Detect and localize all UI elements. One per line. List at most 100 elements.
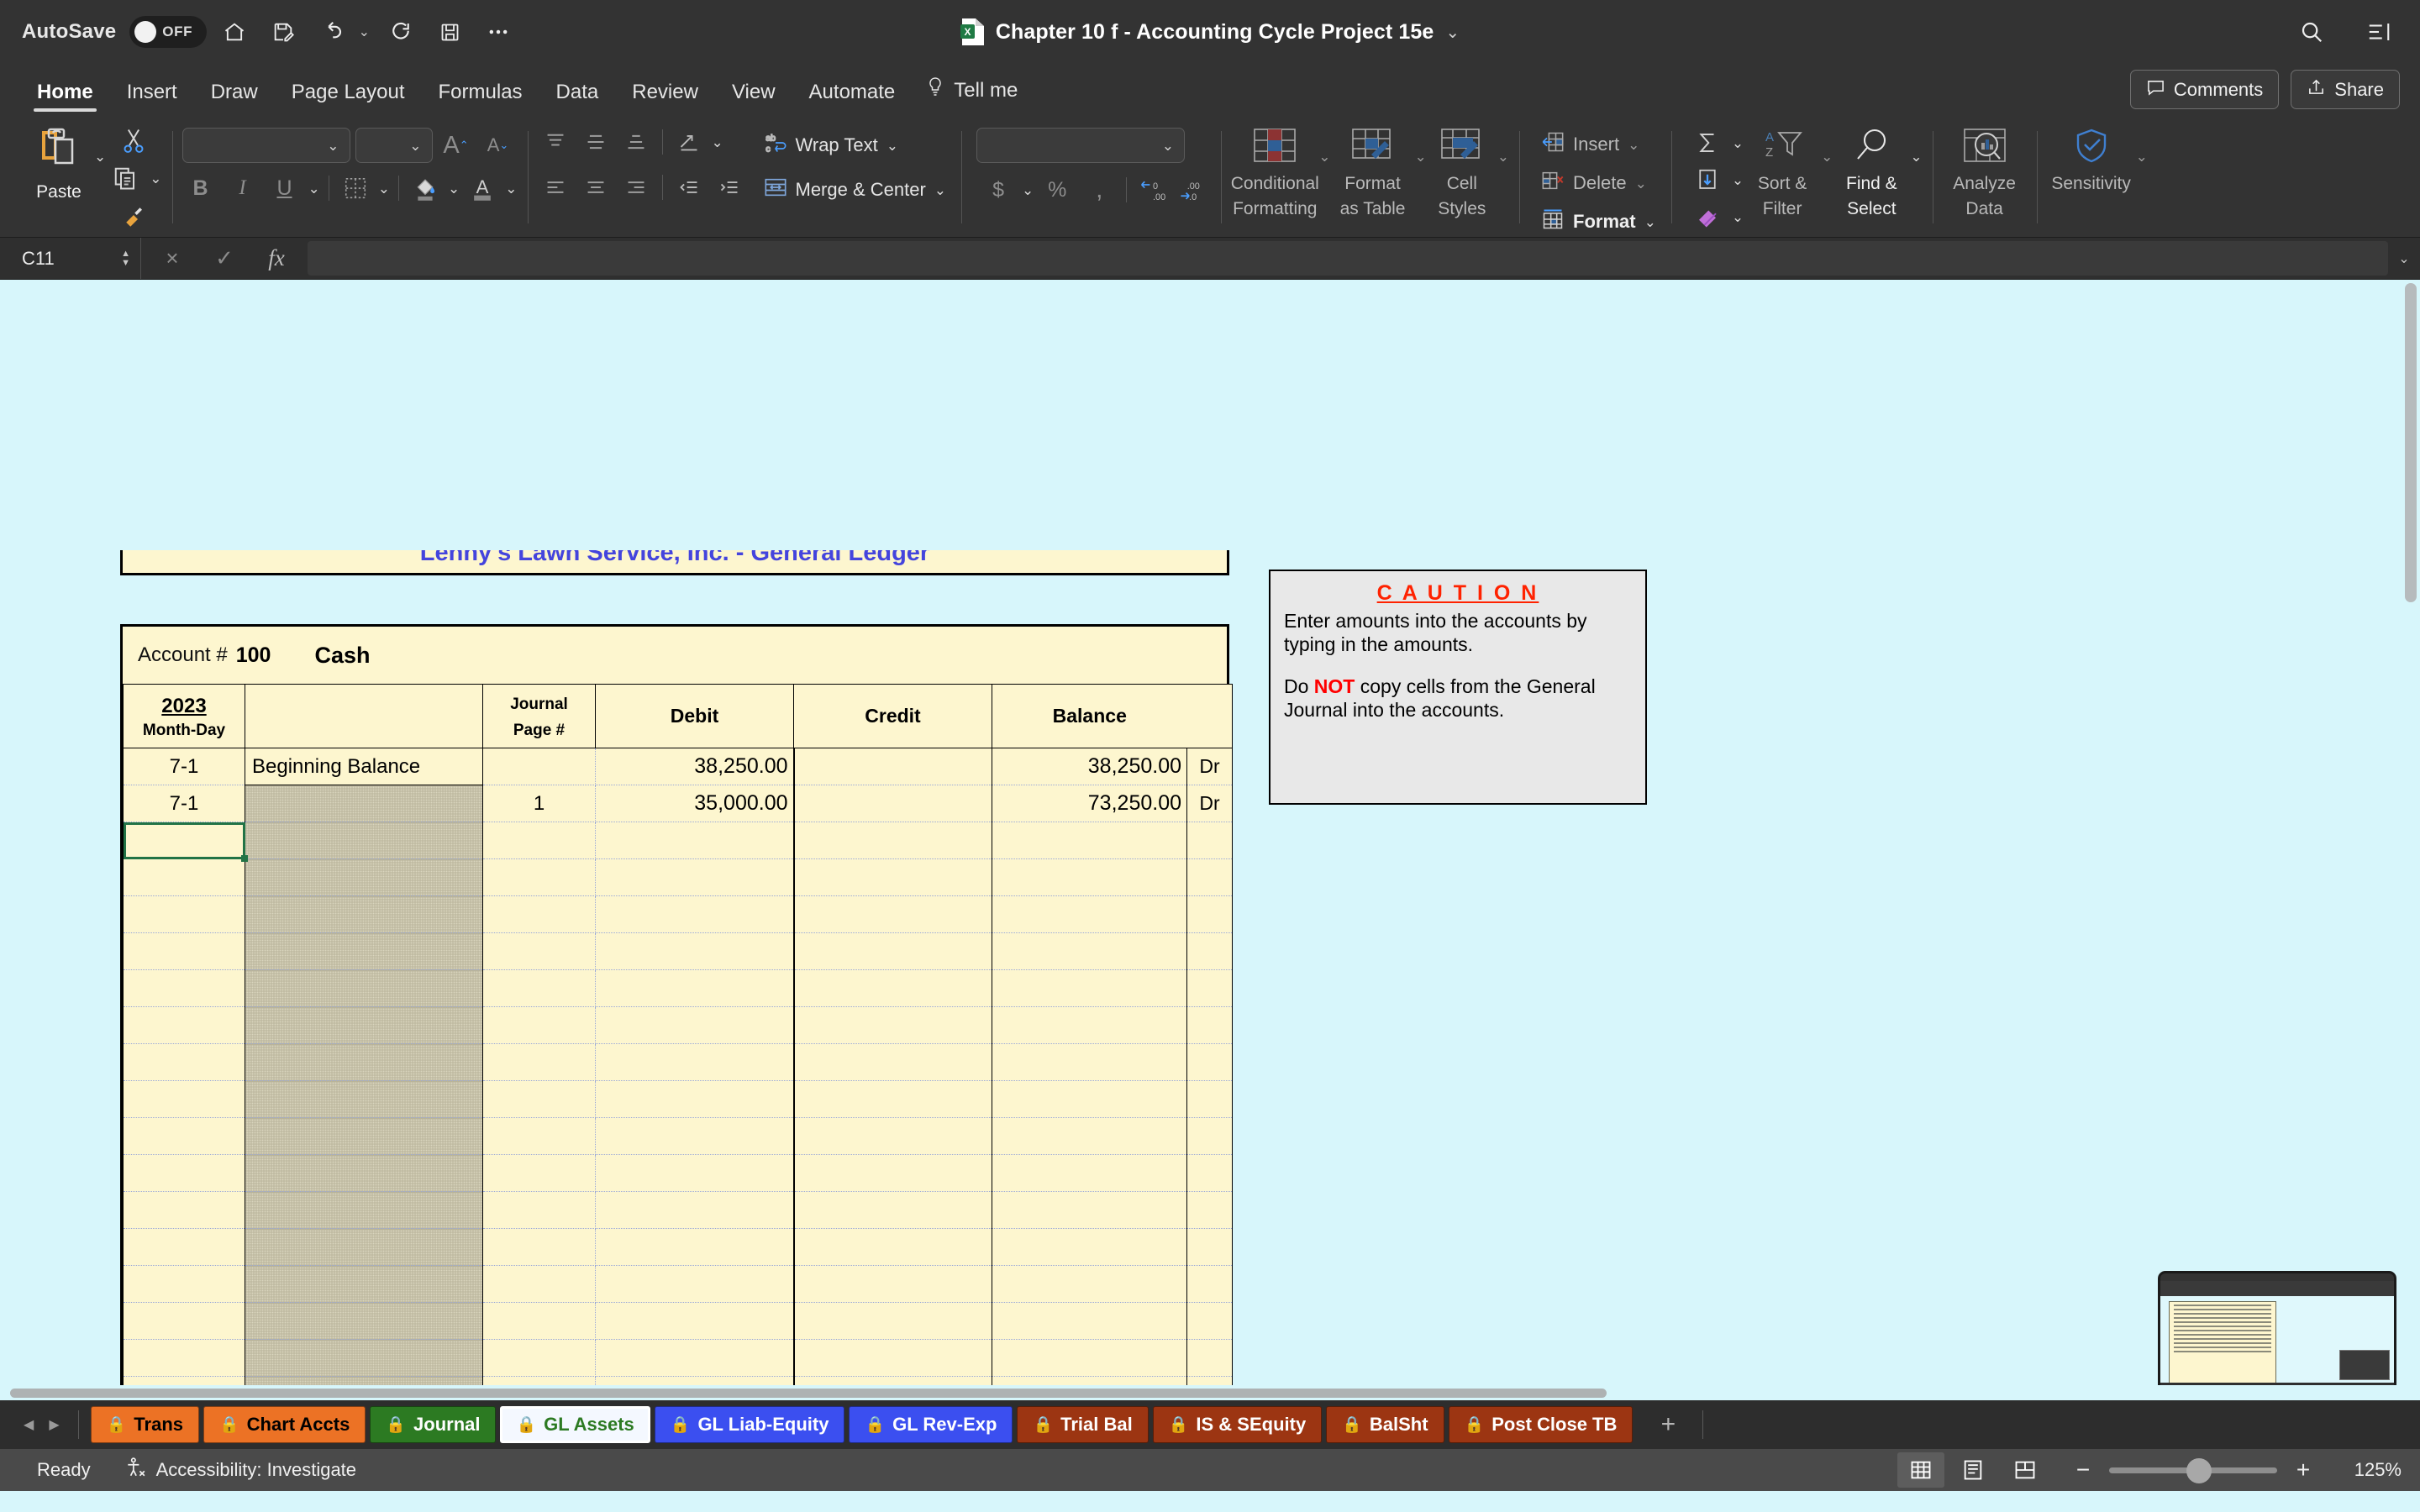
cell-description[interactable] xyxy=(245,1191,483,1229)
table-row[interactable] xyxy=(123,1191,1233,1229)
cell-debit[interactable] xyxy=(595,1006,795,1044)
cell-drcr[interactable] xyxy=(1186,1228,1233,1266)
paste-chevron-down-icon[interactable]: ⌄ xyxy=(94,150,106,164)
cell-drcr[interactable] xyxy=(1186,822,1233,859)
page-break-preview-icon[interactable] xyxy=(2002,1452,2049,1488)
sheet-nav-next-icon[interactable]: ▶ xyxy=(49,1416,59,1433)
cell-drcr[interactable]: Dr xyxy=(1186,785,1233,822)
comma-format-button[interactable]: , xyxy=(1081,173,1118,207)
sheet-nav-arrows[interactable]: ◀ ▶ xyxy=(8,1416,78,1433)
cell-journal-page[interactable]: 1 xyxy=(482,785,596,822)
formula-bar-expand-chevron-down-icon[interactable]: ⌄ xyxy=(2388,238,2420,279)
insert-cells-chevron-down-icon[interactable]: ⌄ xyxy=(1628,138,1639,152)
accessibility-button[interactable]: Accessibility: Investigate xyxy=(124,1457,356,1483)
cell-debit[interactable] xyxy=(595,969,795,1007)
cell-description[interactable]: Beginning Balance xyxy=(245,748,483,785)
cell-date[interactable] xyxy=(123,895,245,933)
cell-drcr[interactable] xyxy=(1186,1302,1233,1340)
cell-drcr[interactable]: Dr xyxy=(1186,748,1233,785)
cell-credit[interactable] xyxy=(793,932,992,970)
cell-balance[interactable] xyxy=(992,1117,1187,1155)
cell-journal-page[interactable] xyxy=(482,932,596,970)
table-row[interactable] xyxy=(123,1154,1233,1192)
confirm-entry-icon[interactable]: ✓ xyxy=(198,238,250,280)
cell-debit[interactable]: 38,250.00 xyxy=(595,748,795,785)
cell-credit[interactable] xyxy=(793,1080,992,1118)
table-row[interactable] xyxy=(123,1117,1233,1155)
comments-button[interactable]: Comments xyxy=(2129,70,2280,109)
format-as-table-chevron-down-icon[interactable]: ⌄ xyxy=(1415,150,1427,164)
fill-color-icon[interactable] xyxy=(408,172,443,204)
table-row[interactable] xyxy=(123,1302,1233,1340)
format-painter-icon[interactable] xyxy=(114,198,153,232)
cell-description[interactable] xyxy=(245,1117,483,1155)
sheet-tab-gl-liab-equity[interactable]: 🔒 GL Liab-Equity xyxy=(654,1406,845,1443)
cell-description[interactable] xyxy=(245,1080,483,1118)
save-icon[interactable] xyxy=(429,11,471,53)
add-sheet-button[interactable]: + xyxy=(1645,1406,1691,1443)
cell-credit[interactable] xyxy=(793,969,992,1007)
tab-automate[interactable]: Automate xyxy=(792,81,913,116)
table-row[interactable] xyxy=(123,858,1233,896)
merge-center-chevron-down-icon[interactable]: ⌄ xyxy=(934,183,946,197)
bold-button[interactable]: B xyxy=(182,171,219,205)
align-bottom-icon[interactable] xyxy=(618,126,654,158)
window-thumbnail-preview[interactable] xyxy=(2151,1264,2403,1400)
table-row[interactable] xyxy=(123,932,1233,970)
cell-date[interactable] xyxy=(123,1302,245,1340)
fill-color-chevron-down-icon[interactable]: ⌄ xyxy=(448,181,460,196)
title-chevron-down-icon[interactable]: ⌄ xyxy=(1445,22,1460,43)
cell-drcr[interactable] xyxy=(1186,1191,1233,1229)
cell-styles-chevron-down-icon[interactable]: ⌄ xyxy=(1497,150,1509,164)
cell-credit[interactable] xyxy=(793,1043,992,1081)
cell-debit[interactable] xyxy=(595,1080,795,1118)
cell-journal-page[interactable] xyxy=(482,1043,596,1081)
underline-button[interactable]: U xyxy=(266,171,303,205)
cell-balance[interactable]: 73,250.00 xyxy=(992,785,1187,822)
cell-credit[interactable] xyxy=(793,1302,992,1340)
table-row[interactable] xyxy=(123,1006,1233,1044)
cell-debit[interactable] xyxy=(595,1043,795,1081)
font-name-combo[interactable]: ⌄ xyxy=(182,128,350,163)
insert-cells-button[interactable]: Insert ⌄ xyxy=(1536,128,1661,161)
clear-chevron-down-icon[interactable]: ⌄ xyxy=(1732,210,1744,224)
sort-filter-button[interactable]: AZ Sort & Filter xyxy=(1744,121,1821,219)
cell-journal-page[interactable] xyxy=(482,1191,596,1229)
borders-chevron-down-icon[interactable]: ⌄ xyxy=(378,181,390,196)
cell-balance[interactable] xyxy=(992,1191,1187,1229)
cell-journal-page[interactable] xyxy=(482,748,596,785)
cell-styles-button[interactable]: Cell Styles xyxy=(1427,121,1497,219)
autosum-icon[interactable] xyxy=(1688,126,1727,160)
align-right-icon[interactable] xyxy=(618,171,654,203)
cell-date[interactable] xyxy=(123,1080,245,1118)
cell-debit[interactable] xyxy=(595,822,795,859)
cell-date[interactable] xyxy=(123,1154,245,1192)
cell-debit[interactable] xyxy=(595,1154,795,1192)
zoom-slider-knob[interactable] xyxy=(2186,1457,2212,1483)
zoom-control[interactable]: − + 125% xyxy=(2072,1457,2402,1483)
cell-drcr[interactable] xyxy=(1186,1117,1233,1155)
sheet-tab-trans[interactable]: 🔒 Trans xyxy=(90,1406,199,1443)
delete-cells-chevron-down-icon[interactable]: ⌄ xyxy=(1635,176,1647,191)
number-format-combo[interactable]: ⌄ xyxy=(976,128,1186,163)
clear-icon[interactable] xyxy=(1688,200,1727,234)
font-color-chevron-down-icon[interactable]: ⌄ xyxy=(505,181,517,196)
italic-button[interactable]: I xyxy=(224,171,261,205)
copy-chevron-down-icon[interactable]: ⌄ xyxy=(150,171,161,186)
underline-chevron-down-icon[interactable]: ⌄ xyxy=(308,181,320,196)
cell-drcr[interactable] xyxy=(1186,895,1233,933)
format-cells-button[interactable]: Format ⌄ xyxy=(1536,205,1661,239)
tab-formulas[interactable]: Formulas xyxy=(422,81,539,116)
cell-credit[interactable] xyxy=(793,858,992,896)
cell-credit[interactable] xyxy=(793,895,992,933)
cell-debit[interactable] xyxy=(595,1339,795,1377)
table-row[interactable] xyxy=(123,1339,1233,1377)
tab-insert[interactable]: Insert xyxy=(110,81,194,116)
cell-debit[interactable] xyxy=(595,1117,795,1155)
cancel-entry-icon[interactable]: × xyxy=(146,238,198,280)
cell-credit[interactable] xyxy=(793,1228,992,1266)
delete-cells-button[interactable]: Delete ⌄ xyxy=(1536,166,1661,200)
cell-balance[interactable] xyxy=(992,822,1187,859)
tell-me-button[interactable]: Tell me xyxy=(912,76,1031,116)
cell-date[interactable] xyxy=(123,1228,245,1266)
